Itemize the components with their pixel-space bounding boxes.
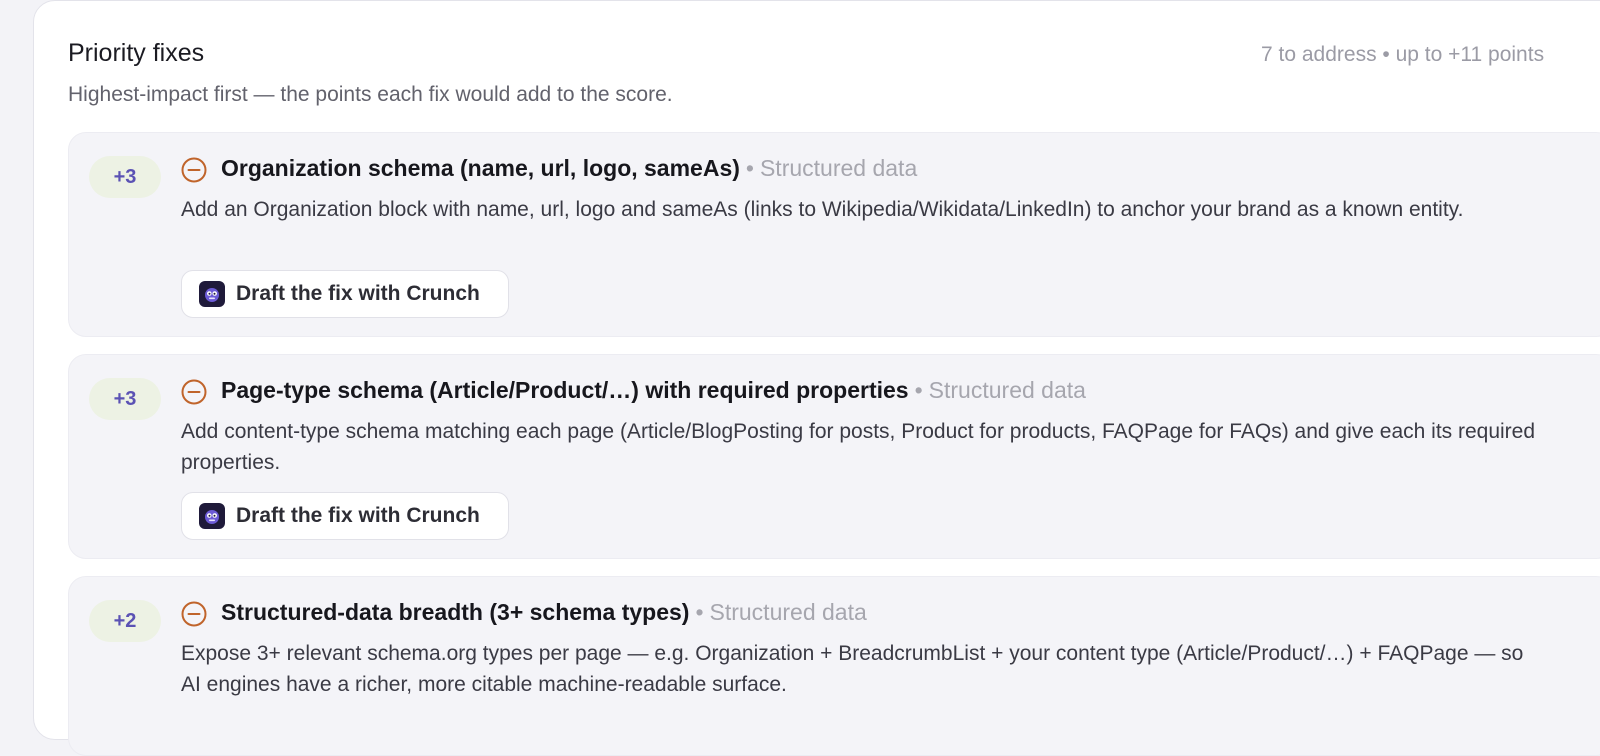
fix-category: Structured data: [709, 599, 867, 625]
fix-description: Add content-type schema matching each pa…: [181, 420, 1536, 474]
draft-fix-button[interactable]: Draft the fix with Crunch: [181, 270, 509, 318]
draft-fix-label: Draft the fix with Crunch: [236, 504, 480, 527]
panel-subtitle: Highest-impact first — the points each f…: [68, 83, 673, 106]
separator-dot: •: [695, 599, 704, 625]
fix-description: Expose 3+ relevant schema.org types per …: [181, 642, 1524, 696]
crunch-logo-icon: [199, 503, 225, 529]
panel-meta: 7 to address • up to +11 points: [1261, 43, 1545, 66]
fix-header: Structured-data breadth (3+ schema types…: [221, 599, 867, 626]
separator-dot: •: [745, 155, 754, 181]
fix-item: +2 Structured-data breadth (3+ schema ty…: [68, 576, 1600, 756]
minus-circle-icon: [181, 157, 207, 183]
points-badge: +3: [89, 156, 161, 198]
fix-header: Page-type schema (Article/Product/…) wit…: [221, 377, 1086, 404]
fix-header: Organization schema (name, url, logo, sa…: [221, 155, 917, 182]
fix-description: Add an Organization block with name, url…: [181, 198, 1464, 221]
fix-title: Page-type schema (Article/Product/…) wit…: [221, 377, 909, 403]
draft-fix-label: Draft the fix with Crunch: [236, 282, 480, 305]
fix-title: Organization schema (name, url, logo, sa…: [221, 155, 740, 181]
fix-category: Structured data: [928, 377, 1086, 403]
minus-circle-icon: [181, 601, 207, 627]
crunch-logo-icon: [199, 281, 225, 307]
fix-category: Structured data: [759, 155, 918, 181]
panel-title: Priority fixes: [68, 39, 205, 67]
points-badge: +2: [89, 600, 161, 642]
points-badge: +3: [89, 378, 161, 420]
draft-fix-button[interactable]: Draft the fix with Crunch: [181, 492, 509, 540]
fix-item: +3 Page-type schema (Article/Product/…) …: [68, 354, 1600, 559]
separator-dot: •: [914, 377, 923, 403]
fix-item: +3 Organization schema (name, url, logo,…: [68, 132, 1600, 337]
fix-title: Structured-data breadth (3+ schema types…: [221, 599, 690, 625]
priority-fixes-panel: Priority fixes 7 to address • up to +11 …: [33, 0, 1600, 756]
minus-circle-icon: [181, 379, 207, 405]
